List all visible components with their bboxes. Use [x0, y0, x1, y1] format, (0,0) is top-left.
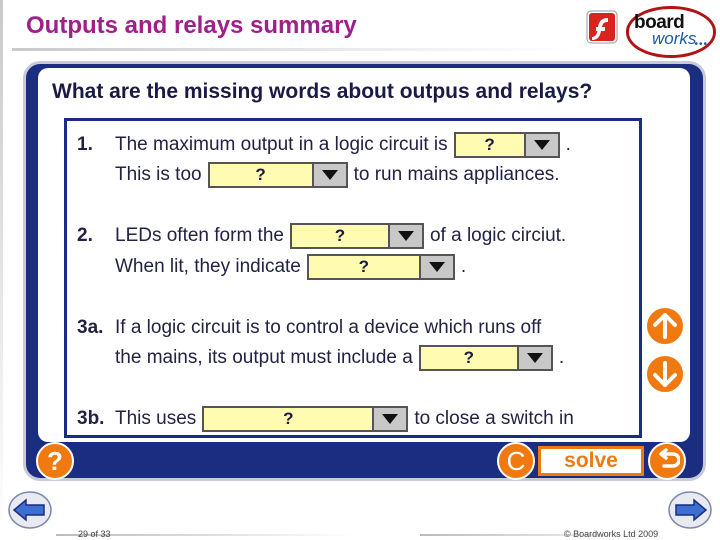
- q2-line1-end: of a logic circiut.: [429, 225, 567, 246]
- q3b-line1: This uses ? to close a switch in: [115, 404, 574, 434]
- q1-line2-text: This is too: [115, 164, 202, 185]
- prev-slide-button[interactable]: [8, 490, 52, 530]
- scroll-up-button[interactable]: [645, 306, 685, 346]
- q3a-number: 3a.: [77, 317, 104, 338]
- question-heading: What are the missing words about outpus …: [52, 80, 593, 103]
- logo-dots: •••: [694, 39, 708, 50]
- dropdown-arrow-icon[interactable]: [372, 408, 407, 430]
- q1-number: 1.: [77, 134, 93, 155]
- q2-line2-end: .: [460, 256, 467, 277]
- q2-dropdown-2[interactable]: ?: [306, 254, 455, 280]
- dropdown-arrow-icon[interactable]: [387, 225, 422, 247]
- q3b-number: 3b.: [77, 408, 105, 429]
- activity-panel: What are the missing words about outpus …: [26, 64, 703, 478]
- q1-line2-end: to run mains appliances.: [353, 164, 560, 185]
- q1-dropdown-2[interactable]: ?: [207, 162, 348, 188]
- dropdown-arrow-icon[interactable]: [523, 134, 558, 156]
- q3a-line1: If a logic circuit is to control a devic…: [115, 313, 541, 343]
- q2-dropdown-1[interactable]: ?: [289, 223, 424, 249]
- q2-line1: LEDs often form the ? of a logic circiut…: [115, 221, 566, 251]
- q1-line2: This is too ? to run mains appliances.: [115, 160, 560, 190]
- q3a-line2: the mains, its output must include a ? .: [115, 343, 564, 373]
- page-number: 29 of 33: [78, 529, 111, 539]
- q3b-line1-end: to close a switch in: [414, 408, 574, 429]
- dropdown-value: ?: [283, 409, 294, 428]
- q3a-line2-text: the mains, its output must include a: [115, 347, 413, 368]
- activity-panel-inner: What are the missing words about outpus …: [38, 68, 690, 442]
- q2-number: 2.: [77, 225, 93, 246]
- dropdown-value: ?: [255, 165, 266, 184]
- q1-dropdown-1[interactable]: ?: [453, 132, 560, 158]
- q3a-line2-end: .: [558, 347, 565, 368]
- question-text-box[interactable]: 1. The maximum output in a logic circuit…: [64, 118, 642, 438]
- boardworks-logo: board works •••: [626, 6, 716, 58]
- arrow-up-icon: [653, 313, 677, 339]
- help-button[interactable]: ?: [36, 442, 74, 480]
- q3a-line1-text: If a logic circuit is to control a devic…: [115, 317, 542, 338]
- dropdown-value: ?: [484, 135, 495, 154]
- next-slide-button[interactable]: [668, 490, 712, 530]
- arrow-down-icon: [653, 361, 677, 387]
- logo-works-text: works: [652, 29, 697, 48]
- dropdown-value: ?: [358, 257, 370, 276]
- q3b-line1-text: This uses: [115, 408, 197, 429]
- title-underline: [12, 48, 572, 51]
- q2-line2-text: When lit, they indicate: [115, 256, 301, 277]
- scroll-down-button[interactable]: [645, 354, 685, 394]
- q3a-dropdown[interactable]: ?: [418, 345, 553, 371]
- q2-line2: When lit, they indicate ? .: [115, 252, 466, 282]
- dropdown-value: ?: [463, 348, 475, 367]
- left-edge-rule: [0, 0, 3, 540]
- q1-line1: The maximum output in a logic circuit is…: [115, 130, 571, 160]
- q1-line1-end: .: [565, 134, 571, 155]
- copyright-notice: © Boardworks Ltd 2009: [564, 529, 659, 539]
- dropdown-value: ?: [334, 226, 346, 245]
- undo-icon: [659, 448, 680, 468]
- q3b-dropdown[interactable]: ?: [202, 406, 409, 432]
- slide-title: Outputs and relays summary: [26, 12, 357, 39]
- dropdown-arrow-icon[interactable]: [311, 164, 346, 186]
- flash-icon: [586, 10, 618, 44]
- dropdown-arrow-icon[interactable]: [418, 256, 453, 278]
- clear-button[interactable]: C: [497, 442, 535, 480]
- reset-button[interactable]: [648, 442, 686, 480]
- q1-line1-text: The maximum output in a logic circuit is: [115, 134, 448, 155]
- dropdown-arrow-icon[interactable]: [516, 347, 551, 369]
- q2-line1-text: LEDs often form the: [115, 225, 284, 246]
- solve-button[interactable]: solve: [538, 446, 644, 476]
